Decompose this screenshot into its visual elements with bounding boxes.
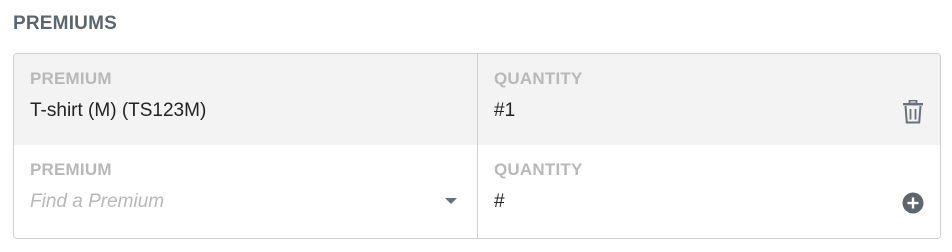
quantity-label: QUANTITY: [494, 160, 583, 179]
premiums-section: PREMIUMS PREMIUM T-shirt (M) (TS123M) QU…: [0, 0, 952, 252]
quantity-cell: QUANTITY #: [478, 145, 940, 238]
premium-cell: PREMIUM T-shirt (M) (TS123M): [14, 54, 478, 145]
plus-circle-icon[interactable]: [902, 192, 924, 214]
quantity-cell: QUANTITY #1: [478, 54, 940, 145]
new-premium-row: PREMIUM Find a Premium QUANTITY #: [14, 145, 940, 238]
premium-cell: PREMIUM Find a Premium: [14, 145, 478, 238]
quantity-input[interactable]: #: [494, 191, 505, 213]
quantity-value[interactable]: #1: [494, 100, 515, 122]
premium-row: PREMIUM T-shirt (M) (TS123M) QUANTITY #1: [14, 54, 940, 146]
premiums-table: PREMIUM T-shirt (M) (TS123M) QUANTITY #1: [13, 53, 941, 239]
premium-label: PREMIUM: [30, 69, 112, 88]
premium-value: T-shirt (M) (TS123M): [30, 100, 207, 121]
premium-label: PREMIUM: [30, 160, 112, 179]
find-premium-input[interactable]: Find a Premium: [30, 191, 164, 213]
section-title: PREMIUMS: [13, 13, 117, 34]
dropdown-arrow-icon[interactable]: [445, 198, 457, 204]
quantity-label: QUANTITY: [494, 69, 583, 88]
trash-icon[interactable]: [902, 99, 924, 124]
